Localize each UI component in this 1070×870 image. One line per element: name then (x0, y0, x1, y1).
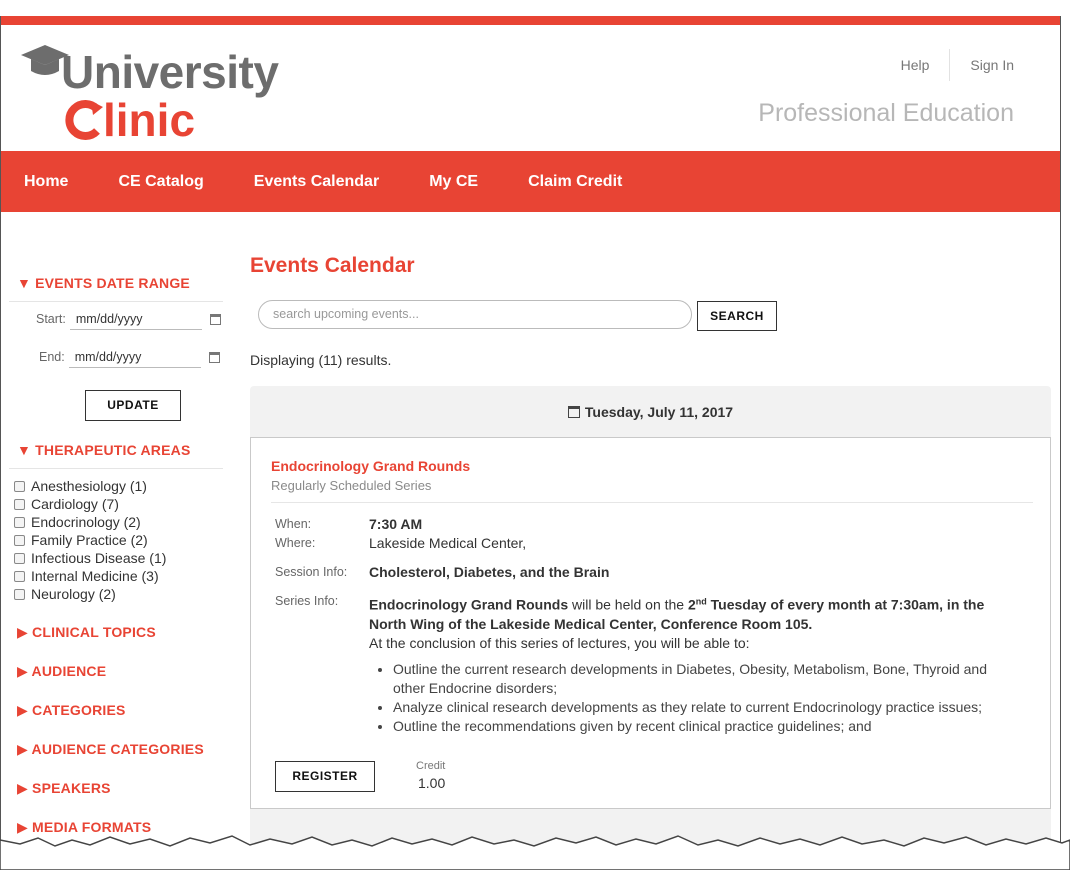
where-label: Where: (275, 536, 316, 550)
checkbox[interactable] (14, 480, 25, 492)
series-label: Series Info: (275, 594, 339, 608)
filter-label: Infectious Disease (1) (31, 550, 167, 566)
start-date-row: Start: mm/dd/yyyy (36, 308, 221, 330)
checkbox[interactable] (14, 534, 25, 546)
browser-frame: University linic Help Sign In Profession… (0, 16, 1061, 852)
therapeutic-areas-toggle[interactable]: ▼ THERAPEUTIC AREAS (1, 442, 190, 458)
calendar-icon (567, 406, 580, 418)
filter-infectious-disease[interactable]: Infectious Disease (1) (14, 550, 166, 566)
start-date-input[interactable]: mm/dd/yyyy (69, 308, 202, 330)
when-label: When: (275, 517, 312, 531)
series-intro: At the conclusion of this series of lect… (369, 634, 750, 651)
checkbox[interactable] (14, 588, 25, 600)
filter-label: Endocrinology (2) (31, 514, 141, 530)
logo-text-clinic: linic (103, 94, 196, 146)
event-subtitle: Regularly Scheduled Series (271, 478, 432, 493)
series-text: will be held on the (568, 596, 688, 613)
end-date-row: End: mm/dd/yyyy (39, 346, 220, 368)
help-link[interactable]: Help (881, 49, 950, 81)
where-value: Lakeside Medical Center, (369, 535, 527, 551)
speakers-toggle[interactable]: ▶ SPEAKERS (17, 780, 111, 797)
nav-events-calendar[interactable]: Events Calendar (254, 173, 379, 191)
top-accent-bar (1, 16, 1060, 25)
main-nav: Home CE Catalog Events Calendar My CE Cl… (1, 151, 1060, 212)
site-header: University linic Help Sign In Profession… (1, 25, 1060, 151)
start-calendar-icon[interactable] (209, 313, 221, 325)
checkbox[interactable] (14, 498, 25, 510)
when-value: 7:30 AM (369, 516, 423, 532)
audience-toggle[interactable]: ▶ AUDIENCE (17, 663, 106, 680)
search-input[interactable]: search upcoming events... (258, 300, 692, 329)
filter-label: Neurology (2) (31, 586, 116, 602)
site-tagline: Professional Education (758, 99, 1014, 127)
day-group: Tuesday, July 11, 2017 Endocrinology Gra… (250, 386, 1051, 852)
audience-categories-toggle[interactable]: ▶ AUDIENCE CATEGORIES (17, 741, 204, 758)
checkbox[interactable] (14, 516, 25, 528)
filter-cardiology[interactable]: Cardiology (7) (14, 496, 119, 512)
series-name: Endocrinology Grand Rounds (369, 596, 569, 613)
main-content: Events Calendar search upcoming events..… (250, 212, 1052, 852)
start-date-label: Start: (36, 312, 66, 326)
university-clinic-logo[interactable]: University linic (17, 41, 287, 146)
filter-internal-medicine[interactable]: Internal Medicine (3) (14, 568, 159, 584)
divider (9, 468, 223, 469)
logo-c-arrow-icon (65, 100, 103, 140)
day-heading: Tuesday, July 11, 2017 (250, 404, 1051, 420)
filter-anesthesiology[interactable]: Anesthesiology (1) (14, 478, 147, 494)
sign-in-link[interactable]: Sign In (950, 49, 1014, 81)
filter-family-practice[interactable]: Family Practice (2) (14, 532, 148, 548)
filter-label: Family Practice (2) (31, 532, 148, 548)
event-title-link[interactable]: Endocrinology Grand Rounds (271, 458, 470, 474)
list-item: Analyze clinical research developments a… (393, 698, 1013, 717)
series-description: Endocrinology Grand Rounds will be held … (369, 592, 1009, 653)
end-date-label: End: (39, 350, 65, 364)
objectives-list: Outline the current research development… (393, 660, 1013, 736)
series-ordinal-suffix: nd (695, 596, 707, 606)
event-card: Endocrinology Grand Rounds Regularly Sch… (250, 437, 1051, 809)
end-date-input[interactable]: mm/dd/yyyy (68, 346, 201, 368)
end-calendar-icon[interactable] (208, 351, 220, 363)
divider (271, 502, 1033, 503)
search-button[interactable]: SEARCH (697, 301, 777, 331)
date-range-toggle[interactable]: ▼ EVENTS DATE RANGE (1, 275, 190, 291)
update-button[interactable]: UPDATE (85, 390, 181, 421)
clinical-topics-toggle[interactable]: ▶ CLINICAL TOPICS (17, 624, 156, 641)
checkbox[interactable] (14, 552, 25, 564)
session-label: Session Info: (275, 565, 348, 579)
categories-toggle[interactable]: ▶ CATEGORIES (17, 702, 126, 719)
nav-claim-credit[interactable]: Claim Credit (528, 173, 622, 191)
torn-edge (0, 835, 1070, 870)
filter-neurology[interactable]: Neurology (2) (14, 586, 116, 602)
filter-endocrinology[interactable]: Endocrinology (2) (14, 514, 141, 530)
nav-home[interactable]: Home (24, 173, 68, 191)
page-title: Events Calendar (250, 254, 415, 277)
filter-label: Cardiology (7) (31, 496, 119, 512)
nav-ce-catalog[interactable]: CE Catalog (118, 173, 203, 191)
results-count: Displaying (11) results. (250, 352, 392, 368)
filter-label: Internal Medicine (3) (31, 568, 159, 584)
logo-text-university: University (61, 46, 279, 98)
filter-label: Anesthesiology (1) (31, 478, 147, 494)
register-button[interactable]: REGISTER (275, 761, 375, 792)
day-date: Tuesday, July 11, 2017 (584, 404, 734, 420)
series-ordinal: 2 (687, 596, 696, 613)
checkbox[interactable] (14, 570, 25, 582)
nav-my-ce[interactable]: My CE (429, 173, 478, 191)
credit-label: Credit (416, 760, 446, 772)
credit-value: 1.00 (418, 775, 446, 791)
divider (9, 301, 223, 302)
list-item: Outline the recommendations given by rec… (393, 717, 1013, 736)
header-links: Help Sign In (881, 49, 1014, 81)
filter-sidebar: ▼ EVENTS DATE RANGE Start: mm/dd/yyyy En… (1, 212, 225, 852)
list-item: Outline the current research development… (393, 660, 1013, 698)
session-value: Cholesterol, Diabetes, and the Brain (369, 564, 610, 580)
